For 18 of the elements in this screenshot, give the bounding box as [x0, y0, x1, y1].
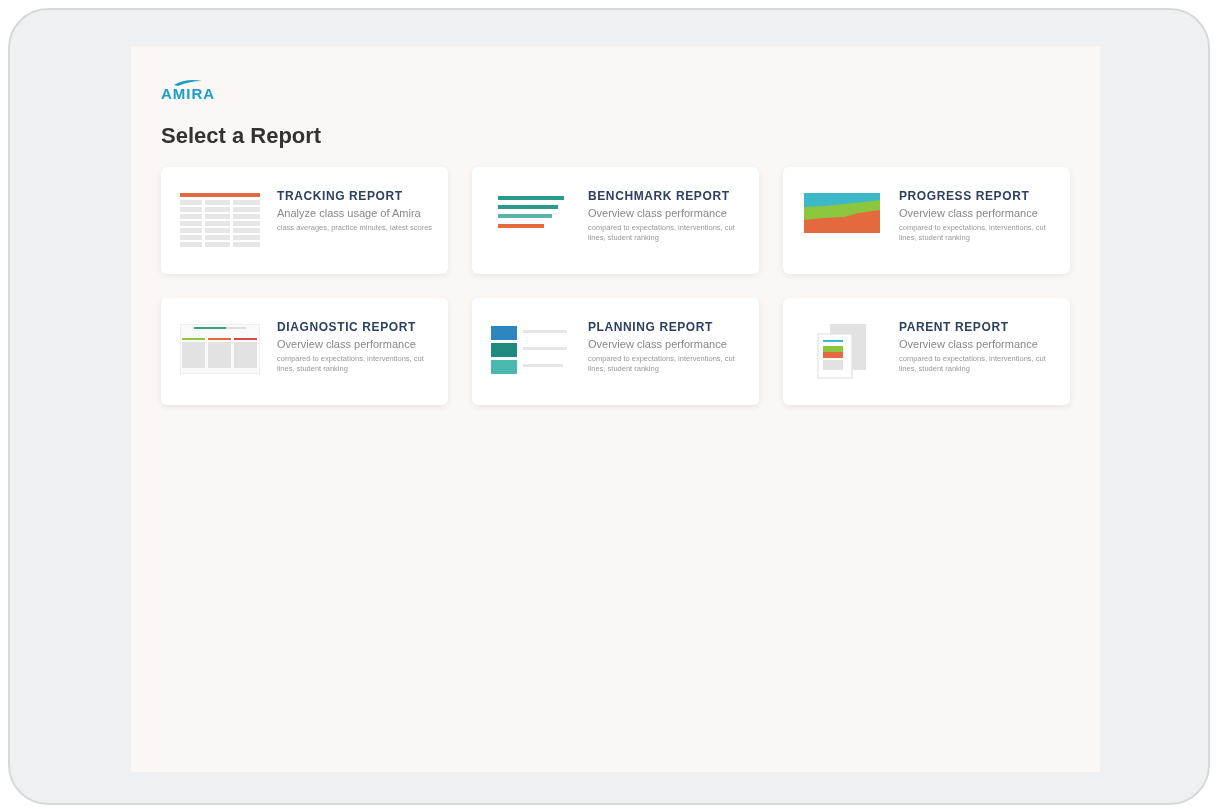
page-heading: Select a Report: [161, 123, 323, 149]
report-title: PROGRESS REPORT: [899, 189, 1031, 203]
report-description: Overview class performance: [588, 207, 728, 219]
report-title: TRACKING REPORT: [277, 189, 404, 203]
report-description: Overview class performance: [277, 338, 417, 350]
area-chart-icon: [804, 193, 880, 233]
report-description: Overview class performance: [899, 338, 1039, 350]
logo-text: AMIRA: [161, 86, 216, 101]
report-title: PLANNING REPORT: [588, 320, 714, 334]
report-title: DIAGNOSTIC REPORT: [277, 320, 417, 334]
report-title: PARENT REPORT: [899, 320, 1010, 334]
document-pages-icon: [816, 324, 868, 380]
table-thumbnail-icon: [180, 324, 260, 374]
report-description: Overview class performance: [588, 338, 728, 350]
table-thumbnail-icon: [180, 193, 260, 249]
report-description: Analyze class usage of Amira: [277, 207, 422, 219]
report-title: BENCHMARK REPORT: [588, 189, 731, 203]
report-description: Overview class performance: [899, 207, 1039, 219]
